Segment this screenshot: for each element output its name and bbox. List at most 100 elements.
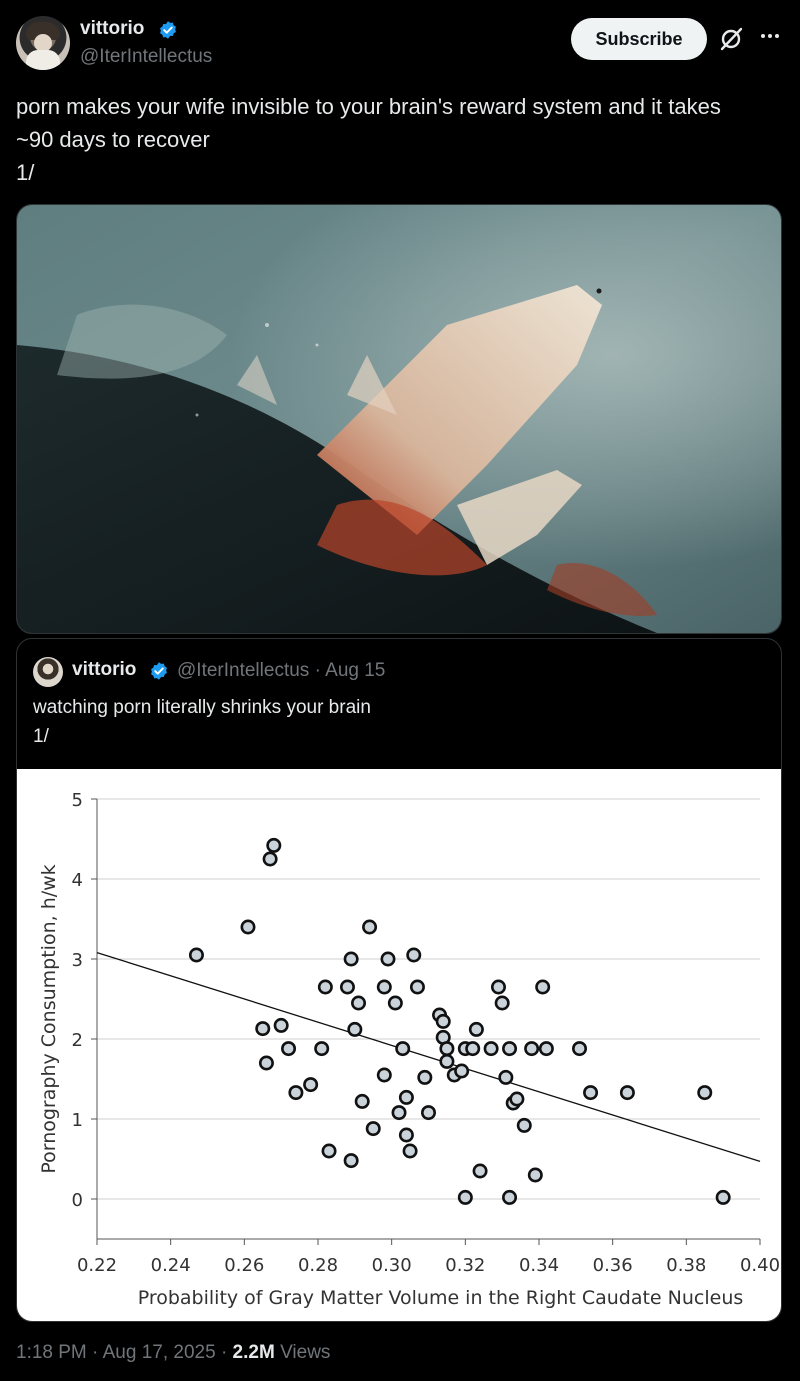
data-point <box>494 995 510 1011</box>
data-point <box>255 1021 271 1037</box>
data-point <box>380 951 396 967</box>
data-point <box>524 1041 540 1057</box>
subscribe-button[interactable]: Subscribe <box>571 18 707 60</box>
x-tick-label: 0.24 <box>151 1255 191 1276</box>
more-icon[interactable] <box>758 24 782 48</box>
data-point <box>417 1069 433 1085</box>
data-point <box>354 1093 370 1109</box>
data-points <box>188 837 731 1205</box>
data-point <box>439 1053 455 1069</box>
data-point <box>538 1041 554 1057</box>
data-point <box>715 1189 731 1205</box>
data-point <box>258 1055 274 1071</box>
data-point <box>347 1021 363 1037</box>
data-point <box>262 851 278 867</box>
data-point <box>527 1167 543 1183</box>
author-handle[interactable]: @IterIntellectus <box>80 46 212 68</box>
trend-line <box>96 951 761 1163</box>
data-point <box>619 1085 635 1101</box>
quoted-author-name: vittorio <box>72 659 137 680</box>
grok-icon[interactable] <box>718 26 744 52</box>
data-point <box>391 1105 407 1121</box>
verified-badge-icon <box>151 662 167 680</box>
data-point <box>502 1189 518 1205</box>
data-point <box>420 1105 436 1121</box>
quoted-text: watching porn literally shrinks your bra… <box>33 697 371 747</box>
quoted-tweet[interactable]: vittorio @IterIntellectus · Aug 15 watch… <box>16 638 782 1322</box>
data-point <box>288 1085 304 1101</box>
x-tick-label: 0.36 <box>593 1255 633 1276</box>
data-point <box>188 947 204 963</box>
data-point <box>472 1163 488 1179</box>
x-tick-label: 0.34 <box>519 1255 559 1276</box>
data-point <box>435 1013 451 1029</box>
tweet-text: porn makes your wife invisible to your b… <box>16 94 721 185</box>
data-point <box>303 1077 319 1093</box>
data-point <box>697 1085 713 1101</box>
data-point <box>321 1143 337 1159</box>
data-point <box>314 1041 330 1057</box>
x-tick-label: 0.40 <box>740 1255 780 1276</box>
data-point <box>509 1091 525 1107</box>
y-tick-label: 1 <box>72 1110 83 1131</box>
data-point <box>457 1189 473 1205</box>
data-point <box>398 1089 414 1105</box>
data-point <box>572 1041 588 1057</box>
quoted-author-handle: @IterIntellectus <box>177 660 310 681</box>
author-name[interactable]: vittorio <box>80 18 144 40</box>
data-point <box>365 1121 381 1137</box>
data-point <box>468 1021 484 1037</box>
x-tick-labels: 0.22 0.24 0.26 0.28 0.30 0.32 0.34 0.36 0.38 0.40 <box>77 1239 780 1276</box>
data-point <box>402 1143 418 1159</box>
crystal-artwork <box>17 205 781 633</box>
tweet-footer: 1:18 PM · Aug 17, 2025 · 2.2M Views <box>16 1342 330 1364</box>
footer-dot: · <box>92 1342 103 1363</box>
data-point <box>439 1041 455 1057</box>
footer-dot: · <box>220 1342 233 1363</box>
quoted-author-avatar <box>33 657 63 687</box>
x-axis-label: Probability of Gray Matter Volume in the… <box>138 1287 744 1309</box>
data-point <box>240 919 256 935</box>
data-point <box>376 1067 392 1083</box>
data-point <box>535 979 551 995</box>
data-point <box>490 979 506 995</box>
data-point <box>406 947 422 963</box>
data-point <box>483 1041 499 1057</box>
y-tick-label: 0 <box>72 1190 83 1211</box>
data-point <box>273 1017 289 1033</box>
chart-grid <box>97 798 760 1200</box>
data-point <box>502 1041 518 1057</box>
author-avatar[interactable] <box>16 16 70 70</box>
x-tick-label: 0.38 <box>666 1255 706 1276</box>
views-label: Views <box>280 1342 331 1363</box>
y-tick-label: 5 <box>72 790 83 811</box>
data-point <box>351 995 367 1011</box>
data-point <box>339 979 355 995</box>
x-tick-label: 0.28 <box>298 1255 338 1276</box>
data-point <box>266 837 282 853</box>
data-point <box>409 979 425 995</box>
meta-separator: · <box>314 660 321 681</box>
y-tick-label: 4 <box>72 870 83 891</box>
data-point <box>516 1117 532 1133</box>
x-tick-label: 0.22 <box>77 1255 117 1276</box>
data-point <box>343 951 359 967</box>
verified-badge-icon <box>160 21 176 39</box>
views-count: 2.2M <box>232 1342 275 1363</box>
data-point <box>362 919 378 935</box>
data-point <box>454 1063 470 1079</box>
x-tick-label: 0.32 <box>445 1255 485 1276</box>
data-point <box>317 979 333 995</box>
tweet-image[interactable] <box>16 204 782 634</box>
avatar-body <box>26 50 60 70</box>
y-tick-label: 3 <box>72 950 83 971</box>
data-point <box>387 995 403 1011</box>
data-point <box>376 979 392 995</box>
post-date[interactable]: Aug 17, 2025 <box>103 1342 216 1363</box>
data-point <box>498 1069 514 1085</box>
quoted-meta: @IterIntellectus · Aug 15 <box>177 660 385 682</box>
quoted-date: Aug 15 <box>325 660 386 681</box>
data-point <box>281 1041 297 1057</box>
data-point <box>583 1085 599 1101</box>
post-time[interactable]: 1:18 PM <box>16 1342 87 1363</box>
